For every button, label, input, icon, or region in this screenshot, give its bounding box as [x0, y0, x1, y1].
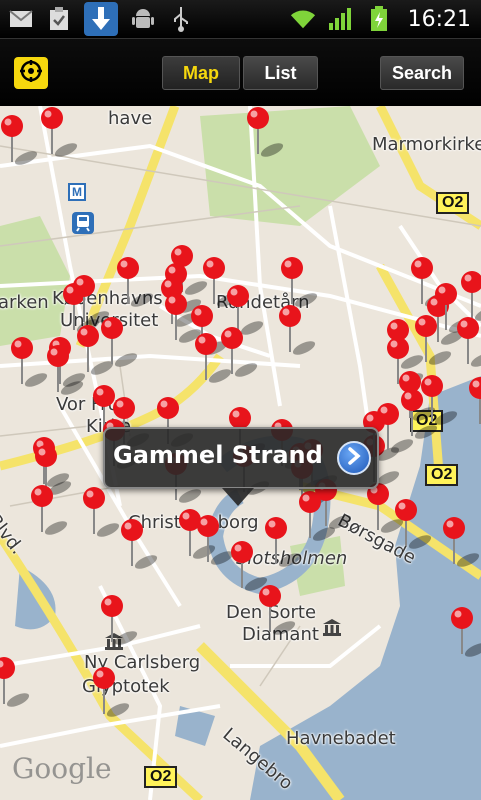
locate-button[interactable]	[14, 57, 48, 89]
app-toolbar: Map List Search	[0, 38, 481, 106]
download-icon	[84, 2, 118, 36]
gmail-icon	[8, 6, 34, 32]
map-marker-pin[interactable]	[395, 498, 436, 554]
wifi-icon	[290, 6, 316, 32]
train-station-icon	[72, 212, 94, 234]
status-bar: 16:21	[0, 0, 481, 38]
map-marker-pin[interactable]	[11, 336, 52, 392]
marker-callout[interactable]: Gammel Strand	[103, 427, 379, 489]
map-marker-pin[interactable]	[121, 518, 162, 574]
status-clock: 16:21	[407, 6, 471, 32]
map-view[interactable]: have Marmorkirke arken Københavns Univer…	[0, 106, 481, 800]
map-marker-pin[interactable]	[0, 656, 34, 712]
map-marker-pin[interactable]	[47, 344, 88, 400]
map-marker-pin[interactable]	[101, 594, 142, 650]
map-marker-pin[interactable]	[451, 606, 481, 662]
road-shield-o2: O2	[436, 192, 470, 214]
callout-details-button[interactable]	[337, 441, 371, 475]
map-label-marmorkirke: Marmorkirke	[372, 134, 481, 155]
map-marker-pin[interactable]	[221, 326, 262, 382]
map-marker-pin[interactable]	[247, 106, 288, 162]
map-label-havnebadet: Havnebadet	[286, 728, 396, 749]
chevron-right-icon	[346, 447, 362, 469]
map-marker-pin[interactable]	[457, 316, 481, 372]
clipboard-icon	[46, 6, 72, 32]
callout-title: Gammel Strand	[113, 441, 323, 469]
map-marker-pin[interactable]	[101, 316, 142, 372]
road-shield-o2: O2	[144, 766, 178, 788]
google-logo: Google	[12, 752, 112, 785]
usb-icon	[168, 6, 194, 32]
map-label-have: have	[108, 108, 153, 129]
crosshair-locate-icon	[19, 59, 43, 87]
callout-pointer	[222, 488, 254, 506]
map-marker-pin[interactable]	[401, 388, 442, 444]
map-marker-pin[interactable]	[31, 484, 72, 540]
map-marker-pin[interactable]	[117, 256, 158, 312]
map-marker-pin[interactable]	[469, 376, 481, 432]
map-marker-pin[interactable]	[93, 666, 134, 722]
map-marker-pin[interactable]	[83, 486, 124, 542]
tab-map[interactable]: Map	[162, 56, 240, 90]
tab-list[interactable]: List	[243, 56, 318, 90]
metro-station-icon: M	[68, 183, 86, 201]
map-marker-pin[interactable]	[1, 114, 42, 170]
android-debug-icon	[130, 6, 156, 32]
map-label-arken: arken	[0, 292, 49, 313]
map-marker-pin[interactable]	[259, 584, 300, 640]
map-marker-pin[interactable]	[443, 516, 481, 572]
map-marker-pin[interactable]	[279, 304, 320, 360]
search-button[interactable]: Search	[380, 56, 464, 90]
museum-icon	[322, 618, 342, 636]
road-shield-o2: O2	[425, 464, 459, 486]
map-marker-pin[interactable]	[41, 106, 82, 162]
battery-charging-icon	[366, 6, 392, 32]
signal-icon	[328, 6, 354, 32]
